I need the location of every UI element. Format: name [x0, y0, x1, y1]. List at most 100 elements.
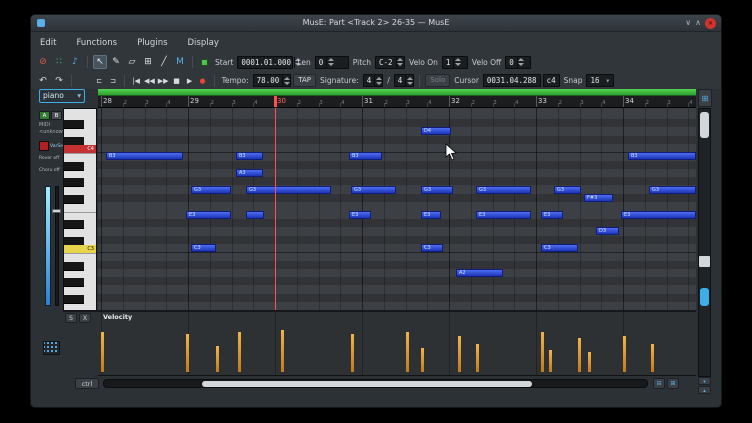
velocity-bar[interactable] [238, 332, 241, 372]
lane-close-button[interactable]: X [79, 313, 91, 323]
vzoom-in-icon[interactable]: ▴ [698, 386, 711, 394]
playhead-marker[interactable] [274, 96, 277, 107]
tempo-spinbox[interactable]: 78.00 [253, 74, 292, 87]
grid-config-icon[interactable]: ⊞ [698, 89, 712, 107]
velocity-bar[interactable] [623, 336, 626, 372]
send-row-0[interactable]: VarSe off [39, 141, 65, 151]
midi-note-E3[interactable] [246, 211, 264, 219]
velocity-bar[interactable] [406, 332, 409, 372]
midi-note-C3[interactable]: C3 [191, 244, 216, 252]
tap-button[interactable]: TAP [293, 74, 316, 87]
note-grid[interactable]: D4B3B3B3B3A3G3G3G3G3G3G3G3F#3E3E3E3E3E3E… [98, 108, 696, 311]
midi-note-B3[interactable]: B3 [106, 152, 183, 160]
splitter-handle[interactable] [699, 256, 710, 267]
midi-note-E3[interactable]: E3 [621, 211, 696, 219]
ruler-bar-33[interactable]: 33 [538, 97, 547, 105]
velocity-bar[interactable] [351, 334, 354, 372]
meter-tool-button[interactable]: M [173, 55, 187, 69]
play-button[interactable]: ▶ [184, 74, 196, 88]
horizontal-scrollbar[interactable] [103, 379, 648, 388]
highlighted-key-C4[interactable]: C4 [64, 145, 96, 153]
midi-note-G3[interactable]: G3 [351, 186, 396, 194]
midi-note-C3[interactable]: C3 [541, 244, 578, 252]
volume-slider-handle[interactable] [52, 209, 61, 213]
bank-a-button[interactable]: A [39, 111, 50, 120]
hzoom-in-icon[interactable]: ⊞ [667, 378, 679, 389]
piano-keyboard[interactable]: C4 C3 [63, 108, 97, 311]
midi-note-G3[interactable]: G3 [421, 186, 453, 194]
velocity-bar[interactable] [541, 332, 544, 372]
midi-note-A3[interactable]: A3 [236, 169, 263, 177]
midi-note-E3[interactable]: E3 [186, 211, 231, 219]
snap-dropdown[interactable]: 16 ▾ [586, 74, 614, 87]
velocity-bar[interactable] [216, 346, 219, 372]
ruler-bar-32[interactable]: 32 [451, 97, 460, 105]
pan-tool-button[interactable]: ⊞ [141, 55, 155, 69]
midi-note-G3[interactable]: G3 [191, 186, 231, 194]
unshade-button[interactable]: ∧ [695, 17, 701, 29]
goto-start-button[interactable]: |◀ [130, 74, 142, 88]
velocity-bar[interactable] [588, 352, 591, 372]
signature-denominator[interactable]: 4 [394, 74, 415, 87]
midi-controllers-icon[interactable] [43, 341, 60, 355]
ruler-bar-34[interactable]: 34 [625, 97, 634, 105]
midi-note-B3[interactable]: B3 [236, 152, 263, 160]
midi-input-button[interactable]: ♪ [68, 55, 82, 69]
velocity-bar[interactable] [101, 332, 104, 372]
black-key[interactable] [64, 120, 84, 129]
shade-button[interactable]: ∨ [685, 17, 691, 29]
vertical-scrollbar-thumb[interactable] [700, 112, 709, 138]
solo-button[interactable]: Solo [425, 74, 450, 87]
midi-note-G3[interactable]: G3 [649, 186, 696, 194]
ruler-bar-31[interactable]: 31 [364, 97, 373, 105]
midi-note-D4[interactable]: D4 [421, 127, 451, 135]
velocity-bar[interactable] [458, 336, 461, 372]
bank-b-button[interactable]: B [51, 111, 62, 120]
black-key[interactable] [64, 220, 84, 229]
velocity-bar[interactable] [421, 348, 424, 372]
midi-note-E3[interactable]: E3 [349, 211, 371, 219]
panic-button[interactable]: ⊘ [36, 55, 50, 69]
menu-display[interactable]: Display [187, 36, 220, 50]
midi-note-F#3[interactable]: F#3 [584, 194, 613, 202]
menu-edit[interactable]: Edit [39, 36, 57, 50]
punch-out-button[interactable]: ⊐ [107, 74, 119, 88]
midi-note-G3[interactable]: G3 [246, 186, 331, 194]
pointer-tool-button[interactable]: ↖ [93, 55, 107, 69]
part-selector-dropdown[interactable]: piano ▾ [39, 89, 85, 103]
black-key[interactable] [64, 178, 84, 187]
ruler-bar-29[interactable]: 29 [190, 97, 199, 105]
vertical-scrollbar[interactable] [698, 108, 711, 377]
lane-solo-button[interactable]: S [65, 313, 77, 323]
midi-note-E3[interactable]: E3 [541, 211, 563, 219]
send-row-2[interactable]: Choru off [39, 165, 65, 175]
black-key[interactable] [64, 262, 84, 271]
hzoom-out-icon[interactable]: ⊟ [653, 378, 665, 389]
eraser-tool-button[interactable]: ▱ [125, 55, 139, 69]
ruler-bar-30[interactable]: 30 [277, 97, 286, 105]
highlighted-key-C3[interactable]: C3 [64, 245, 96, 253]
midi-note-A2[interactable]: A2 [456, 269, 503, 277]
midi-note-D3[interactable]: D3 [596, 227, 619, 235]
ctrl-menu-button[interactable]: ctrl [75, 378, 99, 389]
velocity-bar[interactable] [186, 334, 189, 372]
menu-functions[interactable]: Functions [75, 36, 118, 50]
velo-off-spinbox[interactable]: 0 [505, 56, 531, 69]
black-key[interactable] [64, 195, 84, 204]
volume-slider-track[interactable] [55, 186, 59, 306]
midi-note-E3[interactable]: E3 [476, 211, 531, 219]
len-spinbox[interactable]: 0 [315, 56, 349, 69]
punch-in-button[interactable]: ⊏ [93, 74, 105, 88]
forward-button[interactable]: ▶▶ [157, 74, 170, 88]
speaker-icon[interactable] [77, 74, 91, 88]
start-spinbox[interactable]: 0001.01.000 [237, 56, 293, 69]
velocity-bar[interactable] [281, 330, 284, 372]
black-key[interactable] [64, 162, 84, 171]
menu-plugins[interactable]: Plugins [136, 36, 168, 50]
undo-button[interactable]: ↶ [36, 74, 50, 88]
close-button[interactable]: ✕ [705, 18, 716, 29]
velocity-bar[interactable] [476, 344, 479, 372]
titlebar[interactable]: MusE: Part <Track 2> 26-35 — MusE ∨ ∧ ✕ [31, 15, 721, 32]
line-tool-button[interactable]: ╱ [157, 55, 171, 69]
horizontal-scrollbar-thumb[interactable] [202, 381, 532, 387]
